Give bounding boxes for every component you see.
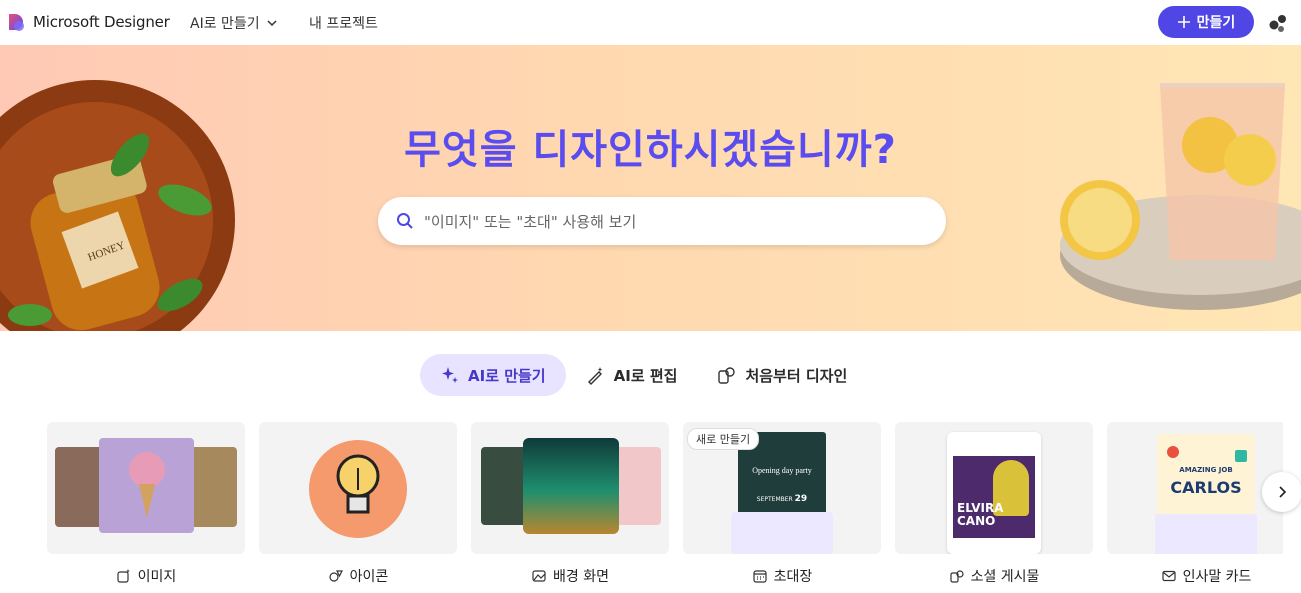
- calendar-icon: [753, 570, 767, 583]
- account-icon[interactable]: [1267, 12, 1289, 34]
- greeting-line1: AMAZING JOB: [1179, 466, 1233, 474]
- nav-ai-create-menu[interactable]: AI로 만들기: [190, 13, 278, 33]
- create-button[interactable]: 만들기: [1158, 6, 1254, 38]
- card-wallpaper-text: 배경 화면: [553, 569, 609, 585]
- card-image-text: 이미지: [137, 569, 177, 585]
- tab-ai-edit-label: AI로 편집: [613, 366, 678, 385]
- card-social-text: 소셜 게시물: [970, 569, 1040, 585]
- search-icon: [397, 213, 413, 229]
- card-icon-label: 아이콘: [259, 566, 457, 586]
- sparkle-icon: [442, 367, 458, 383]
- create-button-label: 만들기: [1196, 15, 1236, 31]
- tab-design-scratch-label: 처음부터 디자인: [745, 366, 848, 385]
- card-greeting-text: 인사말 카드: [1182, 569, 1252, 585]
- invitation-month: SEPTEMBER: [756, 496, 793, 503]
- invitation-day: 29: [794, 494, 808, 504]
- mode-tabs: AI로 만들기 AI로 편집 처음부터 디자인: [420, 354, 867, 396]
- image-sparkle-icon: [117, 569, 130, 583]
- plus-icon: [1177, 16, 1190, 28]
- card-wallpaper-label: 배경 화면: [471, 566, 669, 586]
- invitation-date: SEPTEMBER 29: [738, 494, 826, 504]
- card-social-post[interactable]: ELVIRA CANO 소셜 게시물: [895, 422, 1093, 586]
- search-bar[interactable]: "이미지" 또는 "초대" 사용해 보기: [378, 197, 946, 245]
- invitation-title: Opening day party: [752, 466, 812, 475]
- icon-shapes-icon: [329, 570, 343, 582]
- social-post-name: ELVIRA CANO: [957, 501, 1004, 528]
- designer-logo-icon[interactable]: [6, 12, 26, 32]
- card-invitation-thumb: Opening day party SEPTEMBER 29 새로 만들기: [683, 422, 881, 554]
- card-icon-thumb: [259, 422, 457, 554]
- card-icon-text: 아이콘: [349, 569, 389, 585]
- shapes-icon: [718, 367, 736, 384]
- card-social-label: 소셜 게시물: [895, 566, 1093, 586]
- card-greeting[interactable]: AMAZING JOB CARLOS 인사말 카드: [1107, 422, 1283, 586]
- tab-ai-create-label: AI로 만들기: [468, 366, 546, 385]
- chevron-right-icon: [1279, 486, 1287, 498]
- card-invitation[interactable]: Opening day party SEPTEMBER 29 새로 만들기 초대…: [683, 422, 881, 586]
- social-post-icon: [949, 570, 964, 583]
- carousel-next-button[interactable]: [1262, 472, 1301, 512]
- lightbulb-icon: [336, 454, 380, 514]
- magic-pen-icon: [587, 367, 603, 385]
- wallpaper-icon: [532, 570, 546, 582]
- honey-jar-image: HONEY: [0, 80, 235, 331]
- card-wallpaper[interactable]: 배경 화면: [471, 422, 669, 586]
- top-bar: Microsoft Designer AI로 만들기 내 프로젝트 만들기: [0, 0, 1301, 45]
- greeting-line2: CARLOS: [1170, 478, 1242, 497]
- new-badge: 새로 만들기: [687, 428, 760, 450]
- nav-ai-create-label: AI로 만들기: [190, 16, 260, 32]
- card-greeting-thumb: AMAZING JOB CARLOS: [1107, 422, 1283, 554]
- card-social-thumb: ELVIRA CANO: [895, 422, 1093, 554]
- card-wallpaper-thumb: [471, 422, 669, 554]
- nav-my-projects[interactable]: 내 프로젝트: [309, 13, 378, 33]
- card-invitation-text: 초대장: [773, 569, 813, 585]
- card-invitation-label: 초대장: [683, 566, 881, 586]
- card-icon[interactable]: 아이콘: [259, 422, 457, 586]
- card-image-label: 이미지: [47, 566, 245, 586]
- template-carousel: 이미지 아이콘 배경 화면 Opening day party SEPTEMBE…: [47, 422, 1283, 593]
- card-image[interactable]: 이미지: [47, 422, 245, 586]
- hero-banner: HONEY 무엇을 디자인하시겠습니까? "이미지" 또는 "초대" 사용해 보…: [0, 45, 1301, 331]
- tab-design-scratch[interactable]: 처음부터 디자인: [697, 354, 867, 396]
- chevron-down-icon: [267, 20, 277, 27]
- lemonade-image: [1060, 83, 1301, 310]
- tab-ai-edit[interactable]: AI로 편집: [566, 354, 698, 396]
- tab-ai-create[interactable]: AI로 만들기: [420, 354, 566, 396]
- brand-name[interactable]: Microsoft Designer: [33, 13, 170, 31]
- card-greeting-label: 인사말 카드: [1107, 566, 1283, 586]
- search-placeholder: "이미지" 또는 "초대" 사용해 보기: [424, 212, 637, 231]
- mail-icon: [1161, 570, 1176, 582]
- card-image-thumb: [47, 422, 245, 554]
